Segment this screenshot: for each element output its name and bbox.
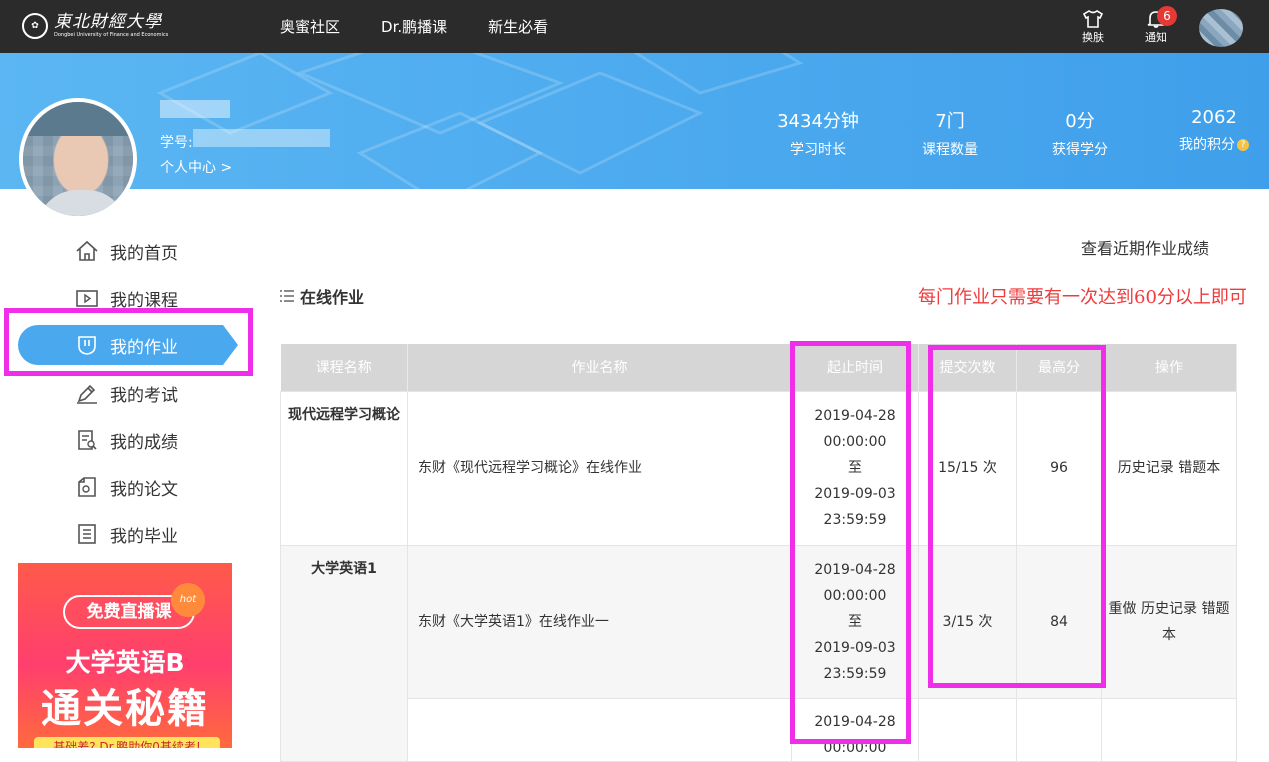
submission-count xyxy=(918,697,1017,762)
student-id-redacted xyxy=(193,129,330,147)
notify-label: 通知 xyxy=(1145,31,1167,44)
row-actions xyxy=(1101,697,1237,762)
pen-icon xyxy=(77,384,97,404)
notification-button[interactable]: 通知 6 xyxy=(1139,6,1177,48)
section-title: 在线作业 xyxy=(280,284,364,308)
ad-line-1: 大学英语B xyxy=(65,648,185,677)
shirt-icon xyxy=(1083,10,1103,28)
top-nav: 奥蜜社区 Dr.鹏播课 新生必看 xyxy=(280,0,589,53)
personal-center-link[interactable]: 个人中心 > xyxy=(160,157,232,177)
user-avatar-small[interactable] xyxy=(1199,9,1243,47)
top-bar: ✿ 東北財經大學 Dongbei University of Finance a… xyxy=(0,0,1269,53)
homework-name: 东财《大学英语1》在线作业一 xyxy=(407,544,792,699)
row-actions[interactable]: 历史记录 错题本 xyxy=(1101,390,1237,546)
logo-text: 東北財經大學 xyxy=(54,12,162,32)
nav-community[interactable]: 奥蜜社区 xyxy=(280,16,340,37)
course-name: 现代远程学习概论 xyxy=(280,390,408,546)
stat-study-time: 3434分钟 学习时长 xyxy=(777,111,859,158)
homework-name: 东财《现代远程学习概论》在线作业 xyxy=(407,390,792,546)
logo-subtext: Dongbei University of Finance and Econom… xyxy=(54,32,169,38)
username-redacted xyxy=(160,100,230,118)
col-actions: 操作 xyxy=(1101,344,1237,391)
homework-name xyxy=(407,697,792,762)
ad-line-2: 通关秘籍 xyxy=(41,686,209,732)
graduation-icon xyxy=(78,524,96,544)
paper-icon xyxy=(78,477,96,497)
annotation-note: 每门作业只需要有一次达到60分以上即可 xyxy=(918,287,1247,308)
university-logo[interactable]: ✿ 東北財經大學 Dongbei University of Finance a… xyxy=(22,12,168,40)
highlight-period-column xyxy=(790,341,911,744)
col-homework-name: 作业名称 xyxy=(407,344,792,391)
user-avatar[interactable] xyxy=(19,98,137,220)
report-icon xyxy=(78,430,97,450)
help-icon[interactable]: ? xyxy=(1237,139,1249,151)
home-icon xyxy=(76,240,98,261)
list-icon xyxy=(280,290,294,302)
sidebar-item-exams[interactable]: 我的考试 xyxy=(75,378,178,408)
highest-score xyxy=(1016,697,1102,762)
stat-credits: 0分 获得学分 xyxy=(1052,111,1108,158)
student-id-label: 学号: xyxy=(160,135,193,151)
live-course-ad[interactable]: 免费直播课 hot 大学英语B 通关秘籍 基础差? Dr.鹏助你0基续考! xyxy=(18,563,232,748)
seal-icon: ✿ xyxy=(22,13,48,39)
highlight-homework-menu xyxy=(4,308,253,376)
row-actions[interactable]: 重做 历史记录 错题本 xyxy=(1101,544,1237,699)
col-course: 课程名称 xyxy=(280,344,408,391)
sidebar-item-graduation[interactable]: 我的毕业 xyxy=(75,519,178,549)
stat-points: 2062 我的积分? xyxy=(1168,107,1260,154)
sidebar-item-grades[interactable]: 我的成绩 xyxy=(75,425,178,455)
skin-label: 换肤 xyxy=(1082,31,1104,44)
table-row: 2019-04-28 00:00:00 xyxy=(281,697,1237,762)
highlight-score-columns xyxy=(928,345,1106,688)
ad-line-3: 基础差? Dr.鹏助你0基续考! xyxy=(34,737,220,748)
sidebar-item-thesis[interactable]: 我的论文 xyxy=(75,472,178,502)
hot-badge: hot xyxy=(171,583,205,617)
video-icon xyxy=(76,290,98,307)
skin-button[interactable]: 换肤 xyxy=(1076,8,1110,48)
notification-count-badge: 6 xyxy=(1157,6,1177,26)
recent-homework-scores-link[interactable]: 查看近期作业成绩 xyxy=(1081,235,1209,259)
stat-course-count: 7门 课程数量 xyxy=(922,111,978,158)
course-name: 大学英语1 xyxy=(280,544,408,762)
nav-freshman-guide[interactable]: 新生必看 xyxy=(488,16,548,37)
nav-dr-peng-course[interactable]: Dr.鹏播课 xyxy=(381,16,447,37)
sidebar-item-home[interactable]: 我的首页 xyxy=(75,236,178,266)
